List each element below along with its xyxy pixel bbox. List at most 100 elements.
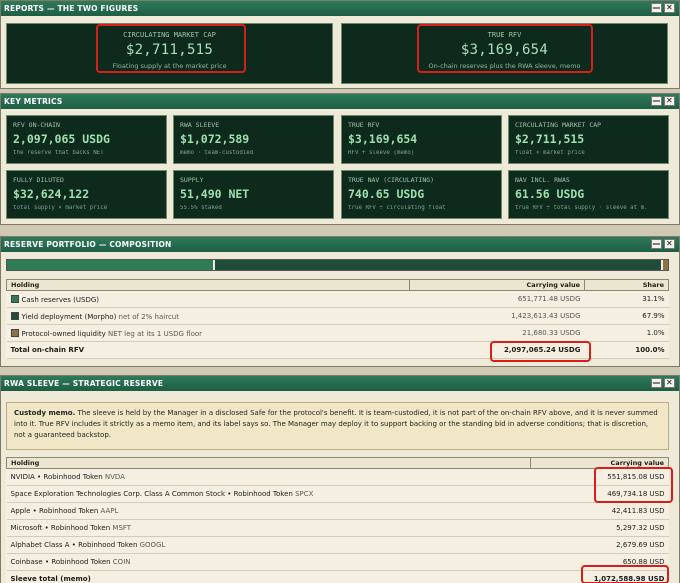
holding-name: Yield deployment (Morpho): [21, 312, 117, 321]
holding-name: NVIDIA • Robinhood Token: [10, 473, 103, 481]
rwa-table: Holding Carrying value NVIDIA • Robinhoo…: [6, 457, 669, 583]
col-carrying-value: Carrying value: [530, 457, 669, 469]
key-metrics-title: KEY METRICS: [4, 97, 63, 106]
color-swatch: [10, 328, 19, 337]
table-row: Cash reserves (USDG) 651,771.48 USDG 31.…: [6, 290, 669, 308]
carrying-value: 2,679.69 USD: [530, 536, 669, 554]
metric-rfv-onchain: RFV ON-CHAIN 2,097,065 USDG the reserve …: [6, 115, 167, 164]
metric-value: 740.65 USDG: [348, 187, 425, 201]
ticker: COIN: [112, 558, 131, 566]
minimize-button[interactable]: —: [651, 239, 662, 249]
composition-segment: [661, 260, 668, 270]
carrying-value: 469,734.18 USD: [530, 485, 669, 503]
table-row: Alphabet Class A • Robinhood Token GOOGL…: [6, 536, 669, 554]
carrying-value: 42,411.83 USD: [530, 502, 669, 520]
total-row: Sleeve total (memo) 1,072,588.98 USD: [6, 570, 669, 583]
metric-label: CIRCULATING MARKET CAP: [515, 121, 602, 129]
col-holding: Holding: [6, 457, 531, 469]
total-value: 2,097,065.24 USDG: [409, 341, 585, 359]
table-header: Holding Carrying value Share: [6, 279, 669, 291]
ticker: GOOGL: [139, 541, 166, 549]
metric-subtitle: float × market price: [515, 150, 585, 156]
memo-title: Custody memo.: [14, 409, 76, 417]
ticker: NVDA: [104, 473, 125, 481]
table-row: Protocol-owned liquidity NET leg at its …: [6, 324, 669, 342]
carrying-value: 21,680.33 USDG: [409, 324, 585, 342]
holding-note: NET leg at its 1 USDG floor: [108, 329, 203, 338]
metric-rwa-sleeve: RWA SLEEVE $1,072,589 memo · team-custod…: [173, 115, 334, 164]
metric-label: SUPPLY: [180, 176, 204, 184]
carrying-value: 1,423,613.43 USDG: [409, 307, 585, 325]
metric-value: $3,169,654: [348, 132, 418, 146]
close-button[interactable]: ✕: [664, 3, 675, 13]
table-row: Coinbase • Robinhood Token COIN 650.88 U…: [6, 553, 669, 571]
reserve-table: Holding Carrying value Share Cash reserv…: [6, 279, 669, 359]
metric-label: FULLY DILUTED: [13, 176, 64, 184]
minimize-button[interactable]: —: [651, 3, 662, 13]
reserve-portfolio-panel: RESERVE PORTFOLIO — COMPOSITION — ✕ Hold…: [0, 236, 680, 367]
holding-note: net of 2% haircut: [118, 312, 179, 321]
metric-value: 2,097,065 USDG: [13, 132, 110, 146]
metric-subtitle: total supply × market price: [13, 205, 108, 211]
ticker: MSFT: [112, 524, 132, 532]
share-value: 31.1%: [584, 290, 669, 308]
ticker: AAPL: [100, 507, 119, 515]
table-header: Holding Carrying value: [6, 457, 669, 469]
rwa-sleeve-panel: RWA SLEEVE — STRATEGIC RESERVE — ✕ Custo…: [0, 375, 680, 583]
metric-label: NAV INCL. RWAS: [515, 176, 570, 184]
table-row: Yield deployment (Morpho) net of 2% hair…: [6, 307, 669, 325]
card-label: TRUE RFV: [487, 31, 522, 39]
metric-value: 61.56 USDG: [515, 187, 585, 201]
metric-supply: SUPPLY 51,490 NET 55.5% staked: [173, 170, 334, 219]
composition-segment: [7, 260, 213, 270]
share-value: 67.9%: [584, 307, 669, 325]
total-share: 100.0%: [584, 341, 669, 359]
total-value: 1,072,588.98 USD: [530, 570, 669, 583]
key-metrics-titlebar: KEY METRICS — ✕: [1, 94, 679, 109]
metric-subtitle: true RFV ÷ circulating float: [348, 205, 446, 211]
table-row: Apple • Robinhood Token AAPL 42,411.83 U…: [6, 502, 669, 520]
reports-titlebar: REPORTS — THE TWO FIGURES — ✕: [1, 1, 679, 16]
custody-memo: Custody memo. The sleeve is held by the …: [6, 402, 669, 450]
metric-label: RWA SLEEVE: [180, 121, 220, 129]
reserve-titlebar: RESERVE PORTFOLIO — COMPOSITION — ✕: [1, 237, 679, 252]
circulating-market-cap-card: CIRCULATING MARKET CAP $2,711,515 Floati…: [6, 23, 333, 84]
carrying-value: 5,297.32 USD: [530, 519, 669, 537]
minimize-button[interactable]: —: [651, 96, 662, 106]
metric-label: RFV ON-CHAIN: [13, 121, 60, 129]
metric-subtitle: the reserve that backs NET: [13, 150, 104, 156]
holding-name: Coinbase • Robinhood Token: [10, 558, 111, 566]
metric-subtitle: memo · team-custodied: [180, 150, 254, 156]
card-value: $3,169,654: [460, 42, 549, 58]
carrying-value: 651,771.48 USDG: [409, 290, 585, 308]
metric-true-nav: TRUE NAV (CIRCULATING) 740.65 USDG true …: [341, 170, 502, 219]
holding-name: Space Exploration Technologies Corp. Cla…: [10, 490, 293, 498]
close-button[interactable]: ✕: [664, 239, 675, 249]
rwa-titlebar: RWA SLEEVE — STRATEGIC RESERVE — ✕: [1, 376, 679, 391]
carrying-value: 650.88 USD: [530, 553, 669, 571]
table-row: Microsoft • Robinhood Token MSFT 5,297.3…: [6, 519, 669, 537]
col-holding: Holding: [6, 279, 410, 291]
reserve-title: RESERVE PORTFOLIO — COMPOSITION: [4, 240, 172, 249]
metric-value: $1,072,589: [180, 132, 250, 146]
metric-fully-diluted: FULLY DILUTED $32,624,122 total supply ×…: [6, 170, 167, 219]
holding-name: Apple • Robinhood Token: [10, 507, 99, 515]
close-button[interactable]: ✕: [664, 96, 675, 106]
card-subtitle: Floating supply at the market price: [112, 62, 227, 70]
table-row: NVIDIA • Robinhood Token NVDA 551,815.08…: [6, 468, 669, 486]
carrying-value: 551,815.08 USD: [530, 468, 669, 486]
total-label: Total on-chain RFV: [6, 341, 410, 359]
close-button[interactable]: ✕: [664, 378, 675, 388]
memo-text: The sleeve is held by the Manager in a d…: [14, 409, 658, 439]
metric-value: $32,624,122: [13, 187, 90, 201]
card-label: CIRCULATING MARKET CAP: [123, 31, 216, 39]
reports-title: REPORTS — THE TWO FIGURES: [4, 4, 139, 13]
holding-name: Alphabet Class A • Robinhood Token: [10, 541, 138, 549]
composition-segment: [212, 260, 662, 270]
holding-name: Microsoft • Robinhood Token: [10, 524, 111, 532]
metric-subtitle: 55.5% staked: [180, 205, 222, 211]
metric-value: 51,490 NET: [180, 187, 250, 201]
metric-true-rfv: TRUE RFV $3,169,654 RFV + sleeve (memo): [341, 115, 502, 164]
minimize-button[interactable]: —: [651, 378, 662, 388]
table-row: Space Exploration Technologies Corp. Cla…: [6, 485, 669, 503]
